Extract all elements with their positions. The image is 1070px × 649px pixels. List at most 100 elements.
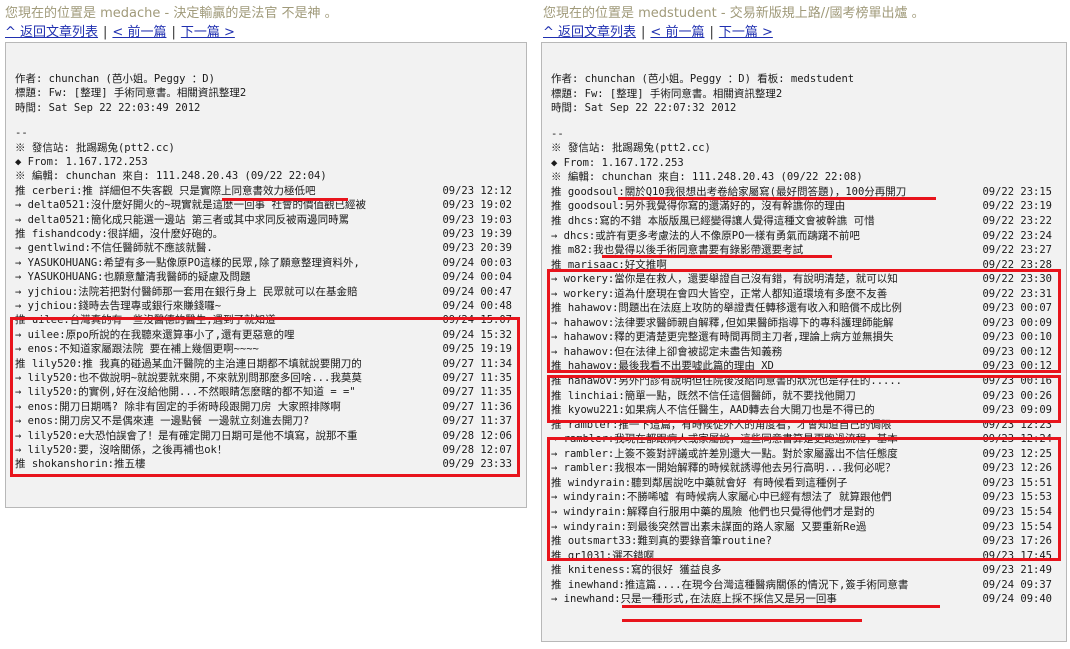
push-comment: 推 inewhand:推這篇....在現今台灣這種醫病關係的情況下,簽手術同意書…: [551, 578, 1062, 593]
signature-separator: --: [551, 127, 1062, 142]
push-text: → windyrain:解釋自行服用中藥的風險 他們也只覺得他們才是對的: [551, 505, 875, 518]
push-comment: → windyrain:不勝唏噓 有時候病人家屬心中已經有想法了 就算跟他們 09…: [551, 490, 1062, 505]
push-text: 推 fishandcody:很詳細，沒什麼好砲的。: [15, 228, 224, 240]
push-timestamp: 09/23 00:09: [982, 316, 1052, 329]
push-comment: 推 hahawov:問題出在法庭上攻防的舉證責任轉移還有收入和賠償不成比例 09/…: [551, 301, 1062, 316]
push-timestamp: 09/23 00:10: [982, 331, 1052, 344]
push-timestamp: 09/24 09:40: [982, 593, 1052, 606]
back-to-list-link[interactable]: ^ 返回文章列表: [5, 25, 98, 40]
push-text: → lily520:e大恐怕誤會了！是有確定開刀日期可是他不填寫，說那不重: [15, 429, 358, 442]
push-timestamp: 09/25 19:19: [442, 343, 512, 356]
push-timestamp: 09/27 11:34: [442, 357, 512, 370]
meta-line-text: ◆ From: 1.167.172.253: [551, 156, 684, 169]
push-timestamp: 09/23 12:26: [982, 462, 1052, 475]
push-comment: → inewhand:只是一種形式,在法庭上採不採信又是另一回事 09/24 09…: [551, 592, 1062, 607]
push-comment: 推 uilee:台灣真的有一些沒醫德的醫生,遇到了就知道 09/24 15:07: [15, 313, 522, 328]
push-text: 推 m82:我也覺得以後手術同意書要有錄影帶還要考試: [551, 244, 804, 257]
push-text: 推 dhcs:寫的不錯 本版版風已經變得讓人覺得這種文會被幹譙 可惜: [551, 214, 875, 227]
push-comment: → windyrain:解釋自行服用中藥的風險 他們也只覺得他們才是對的 09/2…: [551, 505, 1062, 520]
push-text: 推 cerberi:推 詳細但不失客觀 只是實際上同意書效力極低吧: [15, 184, 316, 197]
push-text: 推 hahawov:問題出在法庭上攻防的舉證責任轉移還有收入和賠償不成比例: [551, 302, 902, 315]
push-timestamp: 09/22 23:27: [982, 244, 1052, 257]
signature-separator-text: --: [551, 127, 564, 140]
push-text: 推 goodsoul:關於Q10我很想出考卷給家屬寫(最好問答題)，100分再開…: [551, 185, 907, 198]
push-text: 推 gr1031:選不錯啊: [551, 549, 655, 562]
push-comment: → workery:當你是在救人，還要舉證自己沒有錯，有說明清楚，就可以知 09/…: [551, 272, 1062, 287]
prev-article-link[interactable]: < 前一篇: [650, 25, 704, 40]
next-article-link[interactable]: 下一篇 >: [719, 25, 773, 40]
push-timestamp: 09/23 15:53: [982, 491, 1052, 504]
push-comment: 推 goodsoul:另外我覺得你寫的還滿好的，沒有幹譙你的理由 09/22 23…: [551, 199, 1062, 214]
push-comment: 推 kniteness:寫的很好 獲益良多 09/23 21:49: [551, 563, 1062, 578]
push-timestamp: 09/27 11:36: [442, 400, 512, 413]
push-comment: 推 hahawov:最後我看不出要嘘此篇的理由 XD 09/23 00:12: [551, 359, 1062, 374]
push-text: → workery:道為什麼現在會四大皆空，正常人都知道環境有多麼不友善: [551, 287, 888, 300]
push-timestamp: 09/23 17:45: [982, 549, 1052, 562]
push-timestamp: 09/24 00:03: [442, 256, 512, 269]
push-timestamp: 09/22 23:28: [982, 258, 1052, 271]
meta-line: ◆ From: 1.167.172.253: [15, 155, 522, 170]
push-comment: → hahawov:釋的更清楚更完整還有時間再問主刀者,理論上病方並無損失 09/…: [551, 330, 1062, 345]
push-timestamp: 09/23 12:12: [442, 184, 512, 197]
prev-article-link[interactable]: < 前一篇: [112, 25, 166, 40]
push-timestamp: 09/23 00:12: [982, 360, 1052, 373]
back-to-list-link[interactable]: ^ 返回文章列表: [543, 25, 636, 40]
push-timestamp: 09/23 00:07: [982, 302, 1052, 315]
push-comment: → workery:道為什麼現在會四大皆空，正常人都知道環境有多麼不友善 09/2…: [551, 287, 1062, 302]
push-text: 推 hahawov:另外門診有說明但住院後沒給同意書的狀況也是存在的.....: [551, 375, 903, 387]
push-comment: 推 cerberi:推 詳細但不失客觀 只是實際上同意書效力極低吧 09/23 1…: [15, 184, 522, 199]
push-comment: 推 rambler:推一下這篇，有時候從外人的角度看，才會知道自己的侷限 09/2…: [551, 418, 1062, 433]
push-timestamp: 09/23 12:23: [982, 418, 1052, 431]
push-text: 推 uilee:台灣真的有一些沒醫德的醫生,遇到了就知道: [15, 314, 276, 327]
push-timestamp: 09/23 15:54: [982, 520, 1052, 533]
push-timestamp: 09/22 23:31: [982, 287, 1052, 300]
push-text: → inewhand:只是一種形式,在法庭上採不採信又是另一回事: [551, 593, 837, 606]
push-comment: → rambler:我根本一開始解釋的時候就誘導他去另行高明...我何必呢？ 09…: [551, 461, 1062, 476]
push-text: → workery:當你是在救人，還要舉證自己沒有錯，有說明清楚，就可以知: [551, 273, 898, 286]
push-text: → hahawov:法律要求醫師親自解釋,但如果醫師指導下的專科護理師能解: [551, 316, 894, 329]
header-line: 作者: chunchan (芭小姐。Peggy ：D): [15, 72, 522, 87]
breadcrumb: 您現在的位置是 medstudent - 交易新版規上路//國考榜單出爐 。: [543, 6, 925, 21]
push-comment: → dhcs:或許有更多考慮法的人不像原PO一樣有勇氣而躊躇不前吧 09/22 2…: [551, 229, 1062, 244]
push-timestamp: 09/23 00:16: [982, 375, 1052, 387]
highlight-underline: [622, 619, 862, 622]
push-comment: → hahawov:法律要求醫師親自解釋,但如果醫師指導下的專科護理師能解 09/…: [551, 316, 1062, 331]
push-text: → rambler:上簽不簽對評議或許差別還大一點。對於家屬露出不信任態度: [551, 447, 898, 460]
push-timestamp: 09/24 00:48: [442, 300, 512, 312]
push-timestamp: 09/23 15:54: [982, 505, 1052, 518]
push-comment: → enos:開刀房又不是偶來連 一邊點餐 一邊就立刻進去開刀? 09/27 11…: [15, 414, 522, 429]
push-text: 推 kyowu221:如果病人不信任醫生，AAD轉去台大開刀也是不得已的: [551, 404, 875, 417]
push-text: → hahawov:釋的更清楚更完整還有時間再問主刀者,理論上病方並無損失: [551, 331, 894, 344]
header-line: 時間: Sat Sep 22 22:07:32 2012: [551, 101, 1062, 116]
push-text: → gentlwind:不信任醫師就不應該就醫.: [15, 242, 213, 255]
meta-line: ※ 編輯: chunchan 來自: 111.248.20.43 (09/22 …: [15, 169, 522, 184]
push-timestamp: 09/23 21:49: [982, 564, 1052, 577]
push-comment: → yjchiou:法院若把對付醫師那一套用在銀行身上 民眾就可以在基金賠 09/…: [15, 285, 522, 300]
push-comment: → YASUKOHUANG:也願意釐清我醫師的疑慮及問題 09/24 00:04: [15, 270, 522, 285]
push-text: → hahawov:但在法律上卻會被認定未盡告知義務: [551, 345, 783, 358]
header-line: 標題: Fw: [整理] 手術同意書。相關資訊整理2: [551, 87, 1062, 102]
push-comment: 推 fishandcody:很詳細，沒什麼好砲的。 09/23 19:39: [15, 227, 522, 242]
push-text: 推 linchiai:簡單一點，既然不信任這個醫師，就不要找他開刀: [551, 389, 856, 402]
push-comment: → rambler:我現在都跟病人或家屬說，這些同意書算是更跑過流程，基本 09/…: [551, 432, 1062, 447]
push-timestamp: 09/23 17:26: [982, 535, 1052, 548]
header-line: 作者: chunchan (芭小姐。Peggy ：D) 看板: medstude…: [551, 72, 1062, 87]
push-timestamp: 09/22 23:30: [982, 273, 1052, 286]
push-timestamp: 09/24 09:37: [982, 578, 1052, 591]
push-comment: → delta0521:簡化成只能選一邊站 第三者或其中求同反被兩邊同時罵 09/…: [15, 213, 522, 228]
push-comment: → delta0521:沒什麼好開火的~現實就是這麼一回事 社會的價值觀已經被 0…: [15, 198, 522, 213]
next-article-link[interactable]: 下一篇 >: [181, 25, 235, 40]
push-comment: → enos:開刀日期嗎? 除非有固定的手術時段跟開刀房 大家照排隊啊 09/27…: [15, 400, 522, 415]
push-timestamp: 09/22 23:15: [982, 185, 1052, 198]
push-text: → YASUKOHUANG:希望有多一點像原PO這樣的民眾,除了願意整理資料外,: [15, 256, 360, 269]
meta-line-text: ※ 發信站: 批踢踢兔(ptt2.cc): [15, 141, 175, 154]
push-timestamp: 09/23 19:39: [442, 228, 512, 240]
meta-line-text: ※ 發信站: 批踢踢兔(ptt2.cc): [551, 142, 711, 155]
meta-line-text: ◆ From: 1.167.172.253: [15, 156, 148, 168]
push-comment: 推 gr1031:選不錯啊 09/23 17:45: [551, 549, 1062, 564]
push-timestamp: 09/22 23:19: [982, 200, 1052, 213]
header-line: 標題: Fw: [整理] 手術同意書。相關資訊整理2: [15, 86, 522, 101]
push-comment: → hahawov:但在法律上卻會被認定未盡告知義務 09/23 00:12: [551, 345, 1062, 360]
signature-separator-text: --: [15, 127, 28, 140]
push-text: 推 marisaac:好文推啊: [551, 258, 667, 271]
